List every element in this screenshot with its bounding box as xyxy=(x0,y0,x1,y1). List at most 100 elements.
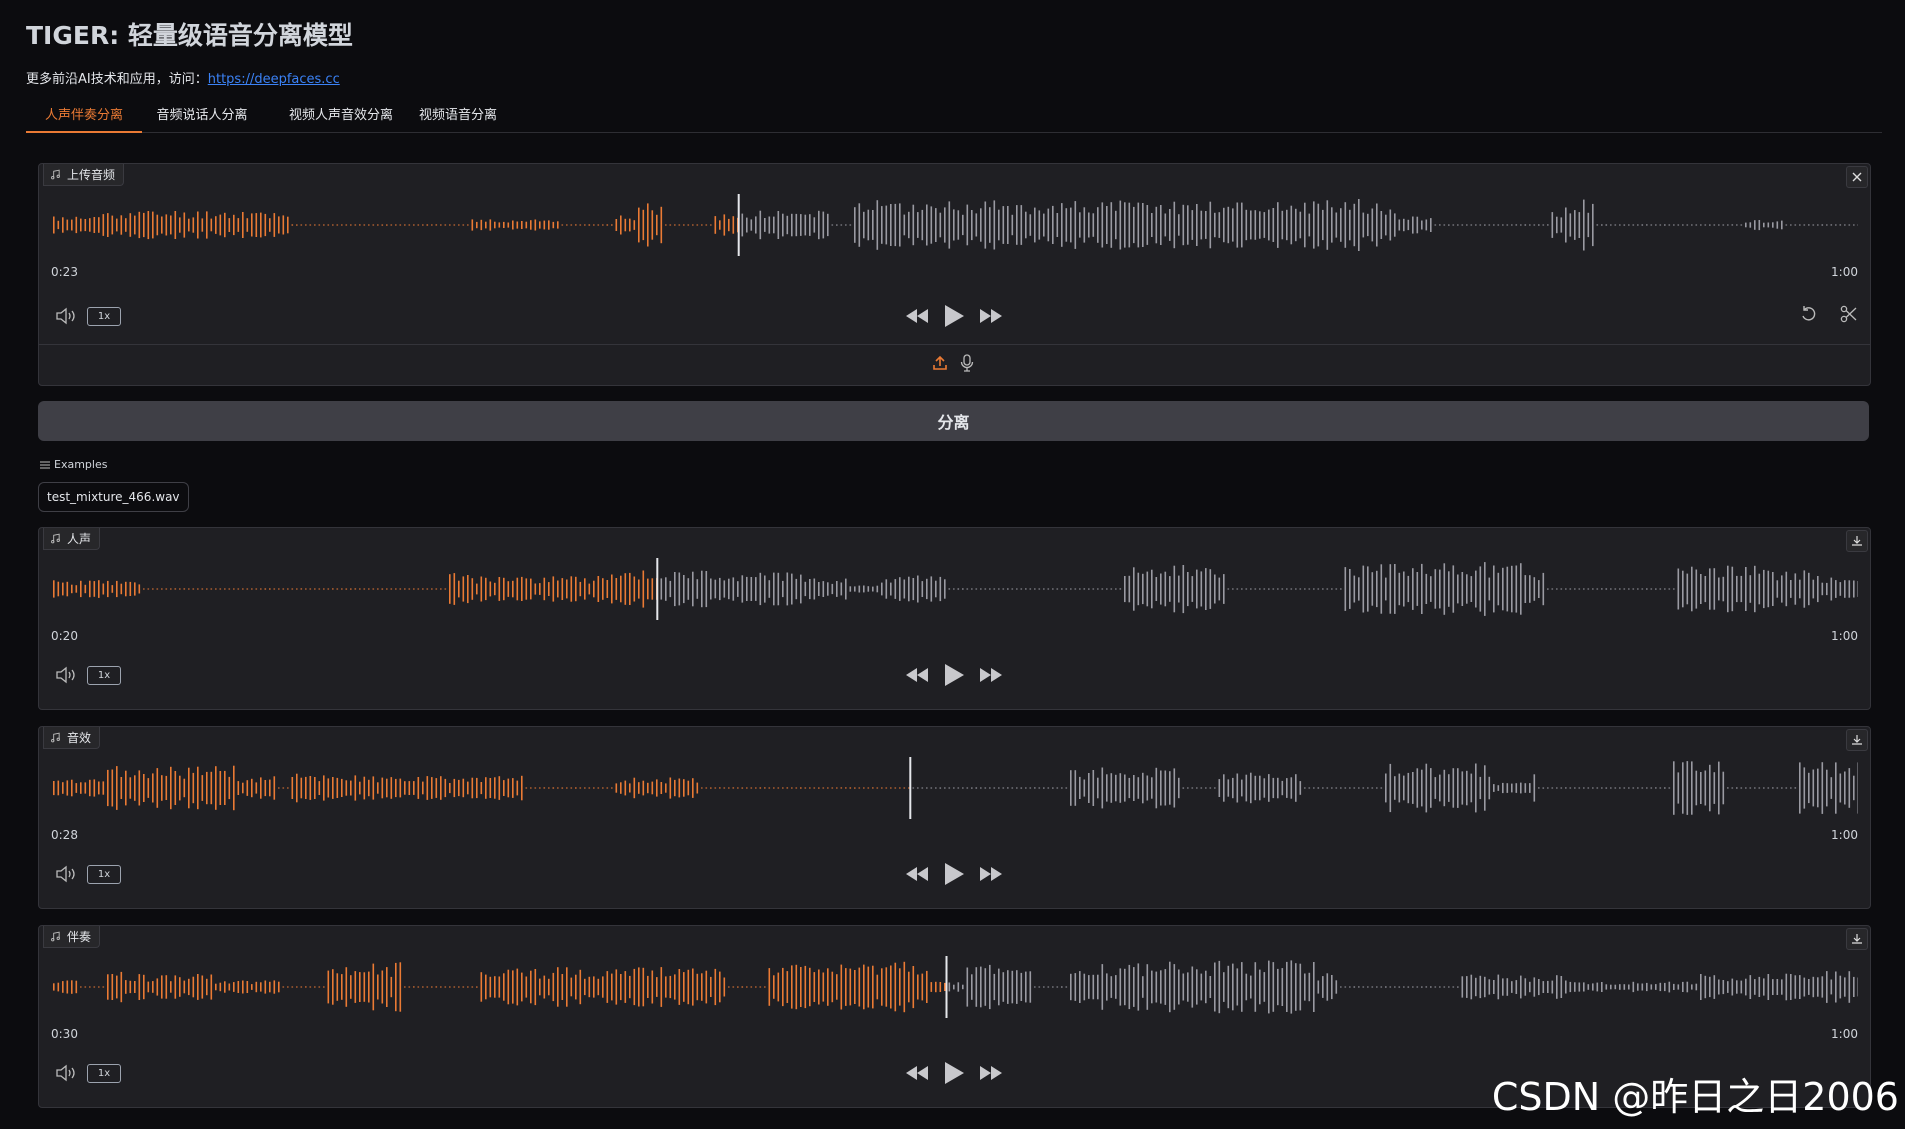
waveform-bar xyxy=(1178,777,1180,799)
waveform-bar xyxy=(845,787,847,789)
list-icon xyxy=(40,461,50,468)
effects-waveform[interactable] xyxy=(51,753,1858,823)
waveform-bar xyxy=(305,588,307,590)
waveform-bar xyxy=(1583,787,1585,789)
play-icon[interactable] xyxy=(943,663,965,687)
waveform-bar xyxy=(1799,762,1801,814)
waveform-bar xyxy=(1182,204,1185,246)
rewind-icon[interactable] xyxy=(905,667,929,683)
waveform-bar xyxy=(1839,582,1842,596)
download-button[interactable] xyxy=(1846,928,1868,950)
waveform-bar xyxy=(1835,224,1837,226)
waveform-bar xyxy=(570,224,573,226)
accompaniment-waveform[interactable] xyxy=(51,952,1858,1022)
tab-video-speech-separation[interactable]: 视频语音分离 xyxy=(414,104,502,131)
waveform-bar xyxy=(620,575,622,603)
undo-button[interactable] xyxy=(1800,305,1818,323)
waveform-bar xyxy=(768,580,771,598)
volume-button[interactable] xyxy=(55,1064,77,1082)
waveform-bar xyxy=(1497,974,1500,1000)
waveform-bar xyxy=(1362,787,1365,789)
tab-vocal-accompaniment-separation[interactable]: 人声伴奏分离 xyxy=(26,104,142,133)
waveform-bar xyxy=(1254,210,1257,240)
waveform-bar xyxy=(1745,787,1747,789)
playback-rate-button[interactable]: 1x xyxy=(87,1064,121,1083)
deepfaces-link[interactable]: https://deepfaces.cc xyxy=(208,72,340,87)
waveform-bar xyxy=(1826,971,1828,1003)
waveform-bar xyxy=(318,588,321,590)
waveform-bar xyxy=(611,973,613,1001)
playback-rate-button[interactable]: 1x xyxy=(87,307,121,326)
rewind-icon[interactable] xyxy=(905,866,929,882)
waveform-bar xyxy=(1052,588,1054,590)
download-button[interactable] xyxy=(1846,729,1868,751)
waveform-bar xyxy=(1686,224,1689,226)
waveform-bar xyxy=(336,973,339,1001)
fast-forward-icon[interactable] xyxy=(979,1065,1003,1081)
download-button[interactable] xyxy=(1846,530,1868,552)
waveform-bar xyxy=(633,777,636,799)
rewind-icon[interactable] xyxy=(905,308,929,324)
waveform-bar xyxy=(1398,219,1401,231)
waveform-bar xyxy=(1088,773,1090,803)
waveform-bar xyxy=(926,787,928,789)
separate-button[interactable]: 分离 xyxy=(38,401,1869,441)
waveform-bar xyxy=(741,575,744,603)
waveform-bar xyxy=(336,588,339,590)
waveform-bar xyxy=(1533,774,1536,802)
waveform-bar xyxy=(1259,775,1261,801)
play-icon[interactable] xyxy=(943,862,965,886)
waveform-bar xyxy=(890,582,892,596)
tab-video-vocal-effects-separation[interactable]: 视频人声音效分离 xyxy=(284,104,398,131)
playback-rate-button[interactable]: 1x xyxy=(87,666,121,685)
waveform-bar xyxy=(1853,976,1855,997)
waveform-bar xyxy=(1353,575,1356,603)
waveform-bar xyxy=(125,218,127,232)
waveform-bar xyxy=(1245,973,1248,1001)
waveform-bar xyxy=(1493,980,1495,994)
volume-button[interactable] xyxy=(55,666,77,684)
waveform-bar xyxy=(696,973,699,1001)
upload-waveform[interactable] xyxy=(51,190,1858,260)
waveform-bar xyxy=(953,787,955,789)
waveform-bar xyxy=(449,224,451,226)
waveform-bar xyxy=(1488,776,1491,800)
waveform-bar xyxy=(1803,570,1806,608)
waveform-bar xyxy=(1268,774,1270,802)
clear-audio-button[interactable] xyxy=(1846,166,1868,188)
vocals-waveform[interactable] xyxy=(51,554,1858,624)
waveform-bar xyxy=(1151,777,1153,799)
waveform-bar xyxy=(1250,772,1252,804)
play-icon[interactable] xyxy=(943,1061,965,1085)
upload-icon[interactable] xyxy=(932,355,948,371)
trim-button[interactable] xyxy=(1840,305,1858,323)
waveform-bar xyxy=(1101,202,1104,248)
volume-button[interactable] xyxy=(55,307,77,325)
waveform-bar xyxy=(1025,211,1027,239)
waveform-bar xyxy=(480,219,483,231)
waveform-bar xyxy=(1668,981,1671,993)
waveform-bar xyxy=(201,975,204,999)
waveform-bar xyxy=(1853,224,1855,226)
waveform-bar xyxy=(696,782,699,794)
scissors-icon xyxy=(1840,305,1857,323)
fast-forward-icon[interactable] xyxy=(979,667,1003,683)
waveform-bar xyxy=(926,578,928,600)
volume-button[interactable] xyxy=(55,865,77,883)
waveform-bar xyxy=(174,975,177,999)
waveform-bar xyxy=(1304,973,1306,1001)
waveform-bar xyxy=(494,777,496,799)
waveform-bar xyxy=(620,215,622,235)
microphone-icon[interactable] xyxy=(960,354,974,372)
waveform-bar xyxy=(696,224,699,226)
example-item[interactable]: test_mixture_466.wav xyxy=(38,482,189,512)
waveform-bar xyxy=(899,203,901,247)
tab-speaker-separation[interactable]: 音频说话人分离 xyxy=(152,104,252,131)
waveform-bar xyxy=(206,588,208,590)
playback-rate-button[interactable]: 1x xyxy=(87,865,121,884)
fast-forward-icon[interactable] xyxy=(979,308,1003,324)
waveform-bar xyxy=(773,216,775,234)
play-icon[interactable] xyxy=(943,304,965,328)
rewind-icon[interactable] xyxy=(905,1065,929,1081)
fast-forward-icon[interactable] xyxy=(979,866,1003,882)
